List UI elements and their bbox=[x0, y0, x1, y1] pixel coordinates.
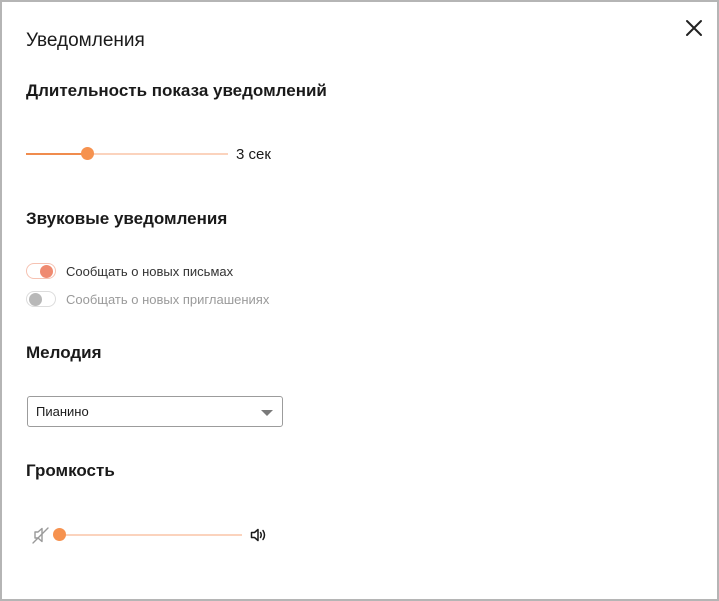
close-icon[interactable] bbox=[684, 18, 704, 38]
duration-slider[interactable] bbox=[26, 147, 228, 161]
switch-knob bbox=[40, 265, 53, 278]
duration-heading: Длительность показа уведомлений bbox=[26, 81, 327, 100]
switch-knob bbox=[29, 293, 42, 306]
new-invites-label: Сообщать о новых приглашениях bbox=[66, 291, 270, 307]
notifications-dialog: Уведомления Длительность показа уведомле… bbox=[0, 0, 719, 601]
new-mail-switch[interactable] bbox=[26, 263, 56, 279]
volume-up-icon[interactable] bbox=[249, 525, 269, 545]
duration-value: 3 сек bbox=[236, 146, 271, 163]
volume-mute-icon[interactable] bbox=[31, 525, 51, 545]
melody-selected-value: Пианино bbox=[36, 404, 89, 419]
volume-slider[interactable] bbox=[53, 528, 242, 542]
new-invites-switch[interactable] bbox=[26, 291, 56, 307]
melody-select[interactable]: Пианино bbox=[27, 396, 283, 427]
sound-heading: Звуковые уведомления bbox=[26, 209, 228, 228]
volume-slider-track bbox=[59, 534, 242, 536]
toggle-new-mail[interactable]: Сообщать о новых письмах bbox=[26, 261, 233, 281]
duration-slider-thumb[interactable] bbox=[81, 147, 94, 160]
duration-slider-fill bbox=[26, 153, 87, 155]
chevron-down-icon bbox=[261, 410, 273, 416]
new-mail-label: Сообщать о новых письмах bbox=[66, 263, 234, 279]
toggle-new-invites[interactable]: Сообщать о новых приглашениях bbox=[26, 289, 269, 309]
volume-heading: Громкость bbox=[26, 461, 115, 480]
volume-slider-thumb[interactable] bbox=[53, 528, 66, 541]
dialog-title: Уведомления bbox=[26, 30, 145, 51]
melody-heading: Мелодия bbox=[26, 343, 102, 362]
